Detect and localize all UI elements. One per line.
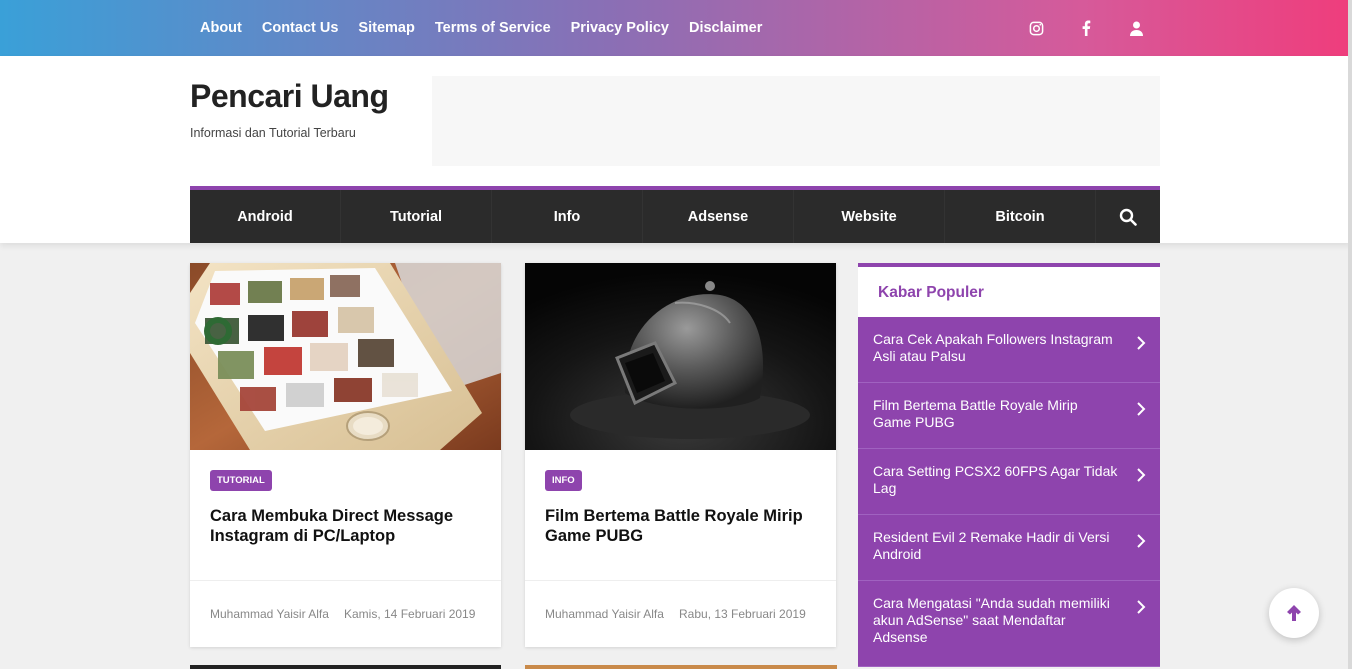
instagram-icon[interactable] — [1028, 20, 1044, 36]
popular-post-title: Cara Setting PCSX2 60FPS Agar Tidak Lag — [873, 463, 1118, 496]
popular-post-item[interactable]: Film Bertema Battle Royale Mirip Game PU… — [858, 383, 1160, 449]
back-to-top-button[interactable] — [1269, 588, 1319, 638]
site-header: Pencari Uang Informasi dan Tutorial Terb… — [0, 56, 1352, 243]
menu-item-adsense[interactable]: Adsense — [643, 190, 794, 243]
post-meta: Muhammad Yaisir Alfa Rabu, 13 Februari 2… — [525, 580, 836, 647]
chevron-right-icon — [1137, 600, 1146, 614]
post-category-badge[interactable]: TUTORIAL — [210, 470, 272, 491]
facebook-icon[interactable] — [1078, 20, 1094, 36]
nav-link-contact-us[interactable]: Contact Us — [262, 20, 339, 36]
post-card: TUTORIAL Cara Membuka Direct Message Ins… — [190, 263, 501, 647]
top-bar: About Contact Us Sitemap Terms of Servic… — [0, 0, 1352, 56]
chevron-right-icon — [1137, 402, 1146, 416]
popular-post-title: Cara Mengatasi "Anda sudah memiliki akun… — [873, 595, 1110, 645]
post-author[interactable]: Muhammad Yaisir Alfa — [210, 607, 329, 621]
main-navigation: Android Tutorial Info Adsense Website Bi… — [190, 186, 1160, 243]
search-button[interactable] — [1096, 190, 1160, 243]
user-icon[interactable] — [1128, 20, 1144, 36]
popular-post-item[interactable]: Cara Cek Apakah Followers Instagram Asli… — [858, 317, 1160, 383]
menu-item-website[interactable]: Website — [794, 190, 945, 243]
post-author[interactable]: Muhammad Yaisir Alfa — [545, 607, 664, 621]
menu-item-android[interactable]: Android — [190, 190, 341, 243]
popular-post-item[interactable]: Cara Setting PCSX2 60FPS Agar Tidak Lag — [858, 449, 1160, 515]
popular-post-title: Resident Evil 2 Remake Hadir di Versi An… — [873, 529, 1110, 562]
nav-link-terms-of-service[interactable]: Terms of Service — [435, 20, 551, 36]
next-post-thumbnail-edge — [190, 665, 501, 669]
post-category-badge[interactable]: INFO — [545, 470, 582, 491]
post-card: INFO Film Bertema Battle Royale Mirip Ga… — [525, 263, 836, 647]
post-meta: Muhammad Yaisir Alfa Kamis, 14 Februari … — [190, 580, 501, 647]
site-title[interactable]: Pencari Uang — [190, 78, 389, 115]
popular-post-item[interactable]: Resident Evil 2 Remake Hadir di Versi An… — [858, 515, 1160, 581]
post-date: Rabu, 13 Februari 2019 — [679, 607, 806, 621]
chevron-right-icon — [1137, 468, 1146, 482]
site-tagline: Informasi dan Tutorial Terbaru — [190, 126, 356, 140]
post-thumbnail-helmet[interactable] — [525, 263, 836, 450]
top-navigation: About Contact Us Sitemap Terms of Servic… — [200, 0, 762, 56]
menu-item-tutorial[interactable]: Tutorial — [341, 190, 492, 243]
post-date: Kamis, 14 Februari 2019 — [344, 607, 476, 621]
nav-link-about[interactable]: About — [200, 20, 242, 36]
arrow-up-icon — [1287, 605, 1301, 621]
nav-link-disclaimer[interactable]: Disclaimer — [689, 20, 762, 36]
social-links — [1028, 0, 1144, 56]
popular-post-title: Cara Cek Apakah Followers Instagram Asli… — [873, 331, 1113, 364]
nav-link-privacy-policy[interactable]: Privacy Policy — [571, 20, 669, 36]
popular-posts-widget: Kabar Populer Cara Cek Apakah Followers … — [858, 263, 1160, 669]
popular-post-title: Film Bertema Battle Royale Mirip Game PU… — [873, 397, 1078, 430]
post-title[interactable]: Cara Membuka Direct Message Instagram di… — [210, 506, 490, 546]
popular-post-item[interactable]: Cara Mengatasi "Anda sudah memiliki akun… — [858, 581, 1160, 667]
menu-item-bitcoin[interactable]: Bitcoin — [945, 190, 1096, 243]
post-title[interactable]: Film Bertema Battle Royale Mirip Game PU… — [545, 506, 825, 546]
chevron-right-icon — [1137, 336, 1146, 350]
search-icon — [1119, 208, 1137, 226]
ad-banner-placeholder — [432, 76, 1160, 166]
menu-item-info[interactable]: Info — [492, 190, 643, 243]
chevron-right-icon — [1137, 534, 1146, 548]
post-thumbnail-phone[interactable] — [190, 263, 501, 450]
nav-link-sitemap[interactable]: Sitemap — [358, 20, 414, 36]
widget-title: Kabar Populer — [858, 263, 1160, 317]
next-post-thumbnail-edge — [525, 665, 837, 669]
page-scrollbar[interactable] — [1348, 0, 1352, 669]
